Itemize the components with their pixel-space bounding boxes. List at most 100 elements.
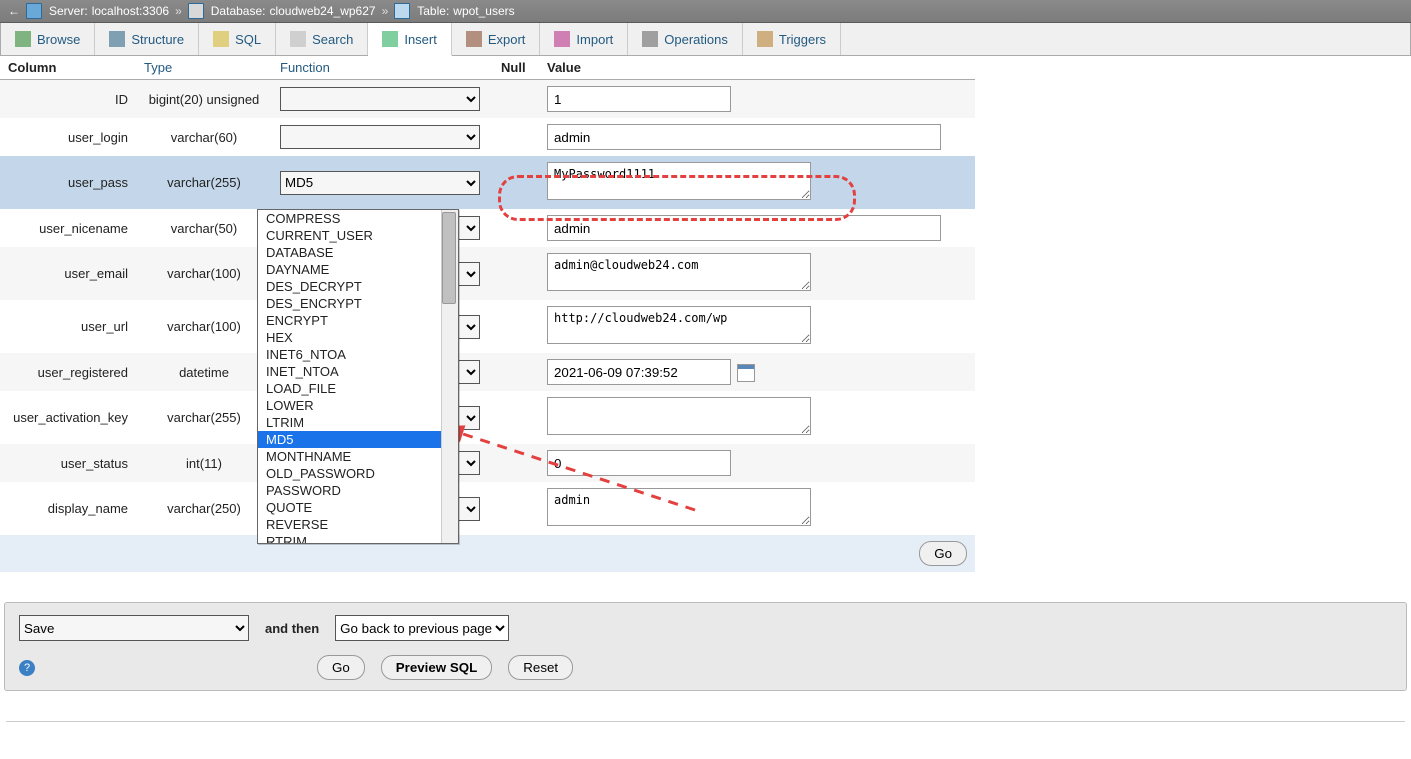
form-row-user_activation_key: user_activation_keyvarchar(255) (0, 391, 975, 444)
crumb-table-label: Table: (417, 4, 449, 18)
insert-form-table: Column Type Function Null Value IDbigint… (0, 56, 975, 572)
structure-icon (109, 31, 125, 47)
dropdown-option[interactable]: CURRENT_USER (258, 227, 458, 244)
dropdown-option[interactable]: DES_DECRYPT (258, 278, 458, 295)
browse-icon (15, 31, 31, 47)
tab-insert[interactable]: Insert (368, 23, 452, 56)
column-type: bigint(20) unsigned (136, 80, 272, 119)
search-icon (290, 31, 306, 47)
tab-browse[interactable]: Browse (1, 23, 95, 55)
tab-label: Export (488, 32, 526, 47)
null-cell (493, 482, 539, 535)
tab-label: Import (576, 32, 613, 47)
dropdown-option[interactable]: QUOTE (258, 499, 458, 516)
dropdown-option[interactable]: RTRIM (258, 533, 458, 543)
function-select[interactable]: MD5 (280, 171, 480, 195)
back-arrow-icon[interactable]: ← (6, 4, 22, 18)
tab-label: Insert (404, 32, 437, 47)
function-select[interactable] (280, 87, 480, 111)
tab-structure[interactable]: Structure (95, 23, 199, 55)
crumb-sep: » (175, 4, 182, 18)
dropdown-option[interactable]: MD5 (258, 431, 458, 448)
value-input[interactable] (547, 450, 731, 476)
breadcrumb: ← Server: localhost:3306 » Database: clo… (0, 0, 1411, 23)
go-button[interactable]: Go (919, 541, 967, 566)
function-dropdown-list[interactable]: COMPRESSCURRENT_USERDATABASEDAYNAMEDES_D… (257, 209, 459, 544)
dropdown-option[interactable]: MONTHNAME (258, 448, 458, 465)
th-function[interactable]: Function (272, 56, 493, 80)
dropdown-option[interactable]: ENCRYPT (258, 312, 458, 329)
and-then-label: and then (265, 621, 319, 636)
dropdown-option[interactable]: REVERSE (258, 516, 458, 533)
column-type: varchar(50) (136, 209, 272, 247)
help-icon[interactable]: ? (19, 660, 35, 676)
tab-label: SQL (235, 32, 261, 47)
tab-triggers[interactable]: Triggers (743, 23, 841, 55)
column-type: int(11) (136, 444, 272, 482)
tab-label: Operations (664, 32, 728, 47)
tab-label: Browse (37, 32, 80, 47)
crumb-server[interactable]: localhost:3306 (92, 4, 169, 18)
dropdown-option[interactable]: HEX (258, 329, 458, 346)
value-input[interactable] (547, 124, 941, 150)
dropdown-option[interactable]: PASSWORD (258, 482, 458, 499)
value-input[interactable] (547, 397, 811, 435)
reset-button[interactable]: Reset (508, 655, 573, 680)
null-cell (493, 247, 539, 300)
crumb-table[interactable]: wpot_users (453, 4, 514, 18)
column-type: varchar(255) (136, 156, 272, 209)
value-input[interactable] (547, 253, 811, 291)
column-name: display_name (0, 482, 136, 535)
tab-sql[interactable]: SQL (199, 23, 276, 55)
dropdown-scrollbar-thumb[interactable] (442, 212, 456, 304)
dropdown-option[interactable]: OLD_PASSWORD (258, 465, 458, 482)
calendar-icon[interactable] (737, 364, 755, 382)
save-select[interactable]: Save (19, 615, 249, 641)
dropdown-scrollbar[interactable] (441, 210, 458, 543)
value-input[interactable] (547, 86, 731, 112)
form-row-display_name: display_namevarchar(250) (0, 482, 975, 535)
tab-search[interactable]: Search (276, 23, 368, 55)
th-type[interactable]: Type (136, 56, 272, 80)
database-icon (188, 3, 204, 19)
dropdown-option[interactable]: DES_ENCRYPT (258, 295, 458, 312)
column-name: user_nicename (0, 209, 136, 247)
preview-sql-button[interactable]: Preview SQL (381, 655, 493, 680)
value-input[interactable] (547, 488, 811, 526)
server-icon (26, 3, 42, 19)
null-cell (493, 118, 539, 156)
tab-label: Search (312, 32, 353, 47)
tab-import[interactable]: Import (540, 23, 628, 55)
crumb-db[interactable]: cloudweb24_wp627 (269, 4, 375, 18)
function-select[interactable] (280, 125, 480, 149)
value-input[interactable] (547, 162, 811, 200)
insert-icon (382, 31, 398, 47)
column-name: user_status (0, 444, 136, 482)
go-button-bottom[interactable]: Go (317, 655, 365, 680)
value-input[interactable] (547, 215, 941, 241)
dropdown-option[interactable]: LOWER (258, 397, 458, 414)
dropdown-option[interactable]: DAYNAME (258, 261, 458, 278)
th-null: Null (493, 56, 539, 80)
triggers-icon (757, 31, 773, 47)
dropdown-option[interactable]: DATABASE (258, 244, 458, 261)
column-name: user_registered (0, 353, 136, 391)
form-row-ID: IDbigint(20) unsigned (0, 80, 975, 119)
form-row-user_registered: user_registereddatetime (0, 353, 975, 391)
value-input[interactable] (547, 306, 811, 344)
null-cell (493, 80, 539, 119)
and-then-select[interactable]: Go back to previous page (335, 615, 509, 641)
tab-export[interactable]: Export (452, 23, 541, 55)
null-cell (493, 300, 539, 353)
column-type: varchar(255) (136, 391, 272, 444)
column-name: user_pass (0, 156, 136, 209)
dropdown-option[interactable]: INET6_NTOA (258, 346, 458, 363)
dropdown-option[interactable]: LTRIM (258, 414, 458, 431)
tab-operations[interactable]: Operations (628, 23, 743, 55)
dropdown-option[interactable]: INET_NTOA (258, 363, 458, 380)
dropdown-option[interactable]: LOAD_FILE (258, 380, 458, 397)
column-type: varchar(250) (136, 482, 272, 535)
value-input[interactable] (547, 359, 731, 385)
import-icon (554, 31, 570, 47)
dropdown-option[interactable]: COMPRESS (258, 210, 458, 227)
